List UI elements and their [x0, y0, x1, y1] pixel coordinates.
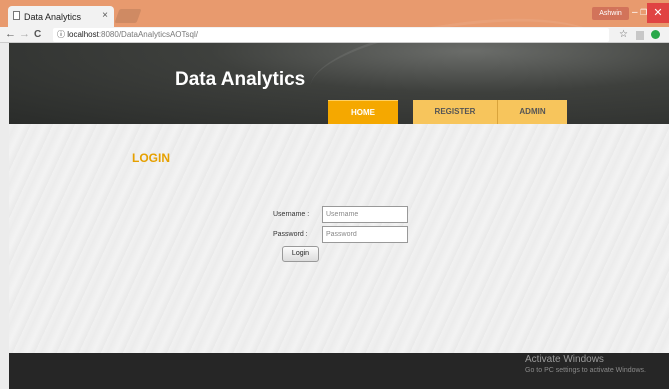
- url-path: :8080/DataAnalyticsAOTsql/: [98, 30, 198, 39]
- extension-green-icon[interactable]: [651, 30, 660, 39]
- info-icon: ⓘ: [57, 30, 65, 39]
- page-icon: [13, 11, 20, 20]
- login-button[interactable]: Login: [282, 246, 319, 262]
- tab-close-icon[interactable]: ×: [102, 10, 108, 21]
- profile-badge[interactable]: Ashwin: [592, 7, 629, 20]
- username-input[interactable]: [322, 206, 408, 223]
- site-header: Data Analytics HOME REGISTER ADMIN: [9, 2, 669, 134]
- username-label: Username :: [273, 211, 310, 218]
- password-label: Password :: [273, 231, 308, 238]
- reload-icon[interactable]: C: [34, 29, 41, 40]
- nav-register[interactable]: REGISTER: [413, 100, 497, 124]
- main-nav: HOME REGISTER ADMIN: [328, 100, 582, 124]
- activation-watermark-text: Go to PC settings to activate Windows.: [525, 367, 646, 374]
- activation-watermark-title: Activate Windows: [525, 354, 604, 365]
- nav-home[interactable]: HOME: [328, 100, 398, 124]
- login-title: LOGIN: [132, 151, 170, 165]
- password-input[interactable]: [322, 226, 408, 243]
- close-window-icon[interactable]: ✕: [647, 3, 669, 23]
- browser-tab[interactable]: Data Analytics ×: [8, 6, 114, 27]
- tab-title: Data Analytics: [24, 11, 82, 22]
- url-host: localhost: [67, 30, 99, 39]
- extension-icon[interactable]: [636, 31, 644, 40]
- new-tab-button[interactable]: [114, 9, 142, 23]
- back-icon[interactable]: ←: [5, 28, 16, 40]
- site-brand: Data Analytics: [175, 69, 306, 90]
- minimize-icon[interactable]: –: [632, 7, 638, 18]
- web-page: Data Analytics HOME REGISTER ADMIN LOGIN…: [9, 2, 669, 389]
- nav-admin[interactable]: ADMIN: [497, 100, 567, 124]
- forward-icon[interactable]: →: [19, 28, 30, 40]
- bookmark-star-icon[interactable]: ☆: [619, 29, 628, 40]
